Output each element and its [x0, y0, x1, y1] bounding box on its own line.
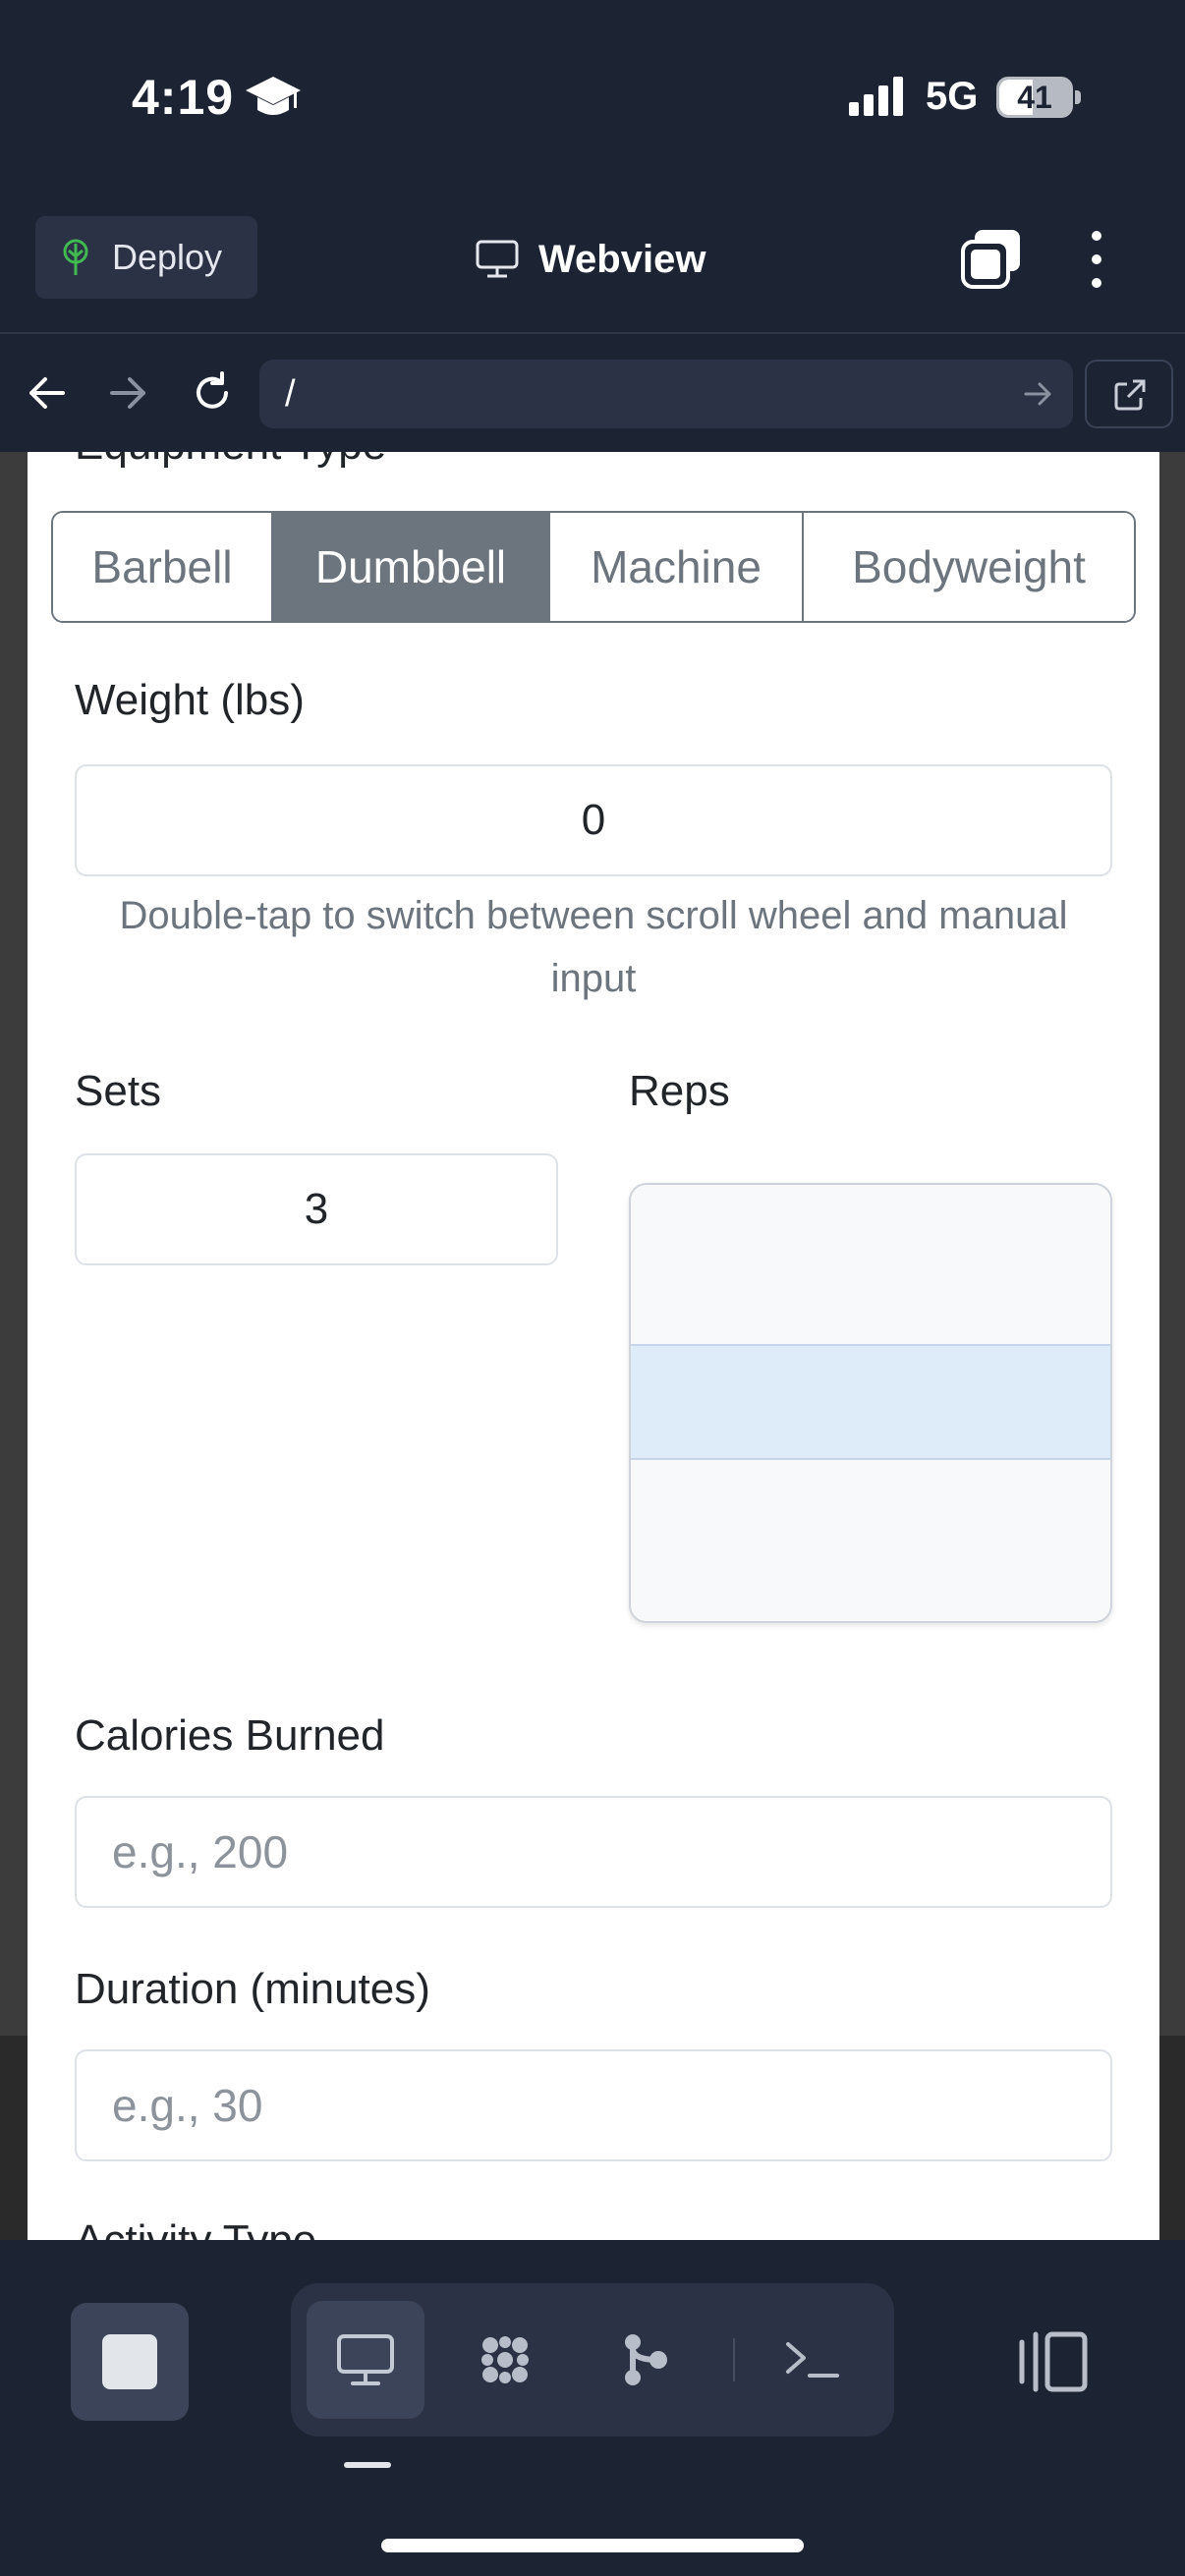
branch-icon: [625, 2334, 667, 2385]
page-title-label: Webview: [538, 237, 706, 281]
tool-branch[interactable]: [586, 2301, 704, 2419]
battery-icon: 41: [996, 77, 1081, 118]
url-bar: /: [0, 334, 1185, 452]
reload-icon[interactable]: [189, 369, 236, 417]
left-gutter-lower: [0, 2036, 28, 2240]
url-input[interactable]: /: [259, 360, 1073, 428]
calories-input[interactable]: e.g., 200: [75, 1796, 1112, 1908]
open-external-button[interactable]: [1085, 360, 1173, 428]
activity-type-label: Activity Type: [75, 2216, 316, 2240]
duration-label: Duration (minutes): [75, 1965, 430, 2013]
equipment-type-label: Equipment Type: [75, 452, 386, 470]
tabs-icon[interactable]: [961, 228, 1022, 289]
duration-input[interactable]: e.g., 30: [75, 2049, 1112, 2161]
tool-switcher: [291, 2283, 894, 2436]
stop-icon: [102, 2334, 157, 2389]
bottom-toolbar: [0, 2240, 1185, 2576]
active-tool-indicator: [344, 2462, 391, 2468]
kebab-menu-icon[interactable]: [1079, 228, 1114, 291]
calories-label: Calories Burned: [75, 1711, 385, 1760]
battery-level: 41: [1017, 80, 1052, 115]
webview-content: Equipment Type Barbell Dumbbell Machine …: [28, 452, 1159, 2240]
cluster-icon: [481, 2336, 529, 2383]
equipment-type-selector: Barbell Dumbbell Machine Bodyweight: [51, 511, 1136, 623]
calories-placeholder: e.g., 200: [112, 1826, 289, 1877]
reps-wheel-selection: [631, 1344, 1110, 1460]
monitor-icon: [476, 240, 519, 278]
network-type: 5G: [926, 75, 979, 118]
equipment-option-bodyweight[interactable]: Bodyweight: [804, 513, 1134, 621]
terminal-icon: [786, 2342, 839, 2378]
reps-scroll-wheel[interactable]: [629, 1183, 1112, 1623]
sets-input[interactable]: 3: [75, 1153, 558, 1265]
app-header: Deploy Webview: [0, 196, 1185, 334]
deploy-button[interactable]: Deploy: [35, 216, 257, 299]
sets-label: Sets: [75, 1067, 162, 1115]
forward-arrow-icon[interactable]: [104, 369, 151, 417]
right-gutter: [1159, 452, 1185, 2240]
weight-input[interactable]: 0: [75, 764, 1112, 876]
home-indicator: [381, 2539, 804, 2552]
weight-hint: Double-tap to switch between scroll whee…: [119, 894, 1068, 1000]
left-gutter: [0, 452, 28, 2240]
right-gutter-lower: [1159, 2036, 1185, 2240]
deploy-label: Deploy: [112, 237, 223, 277]
status-bar: 4:19 5G 41: [0, 0, 1185, 196]
deploy-icon: [63, 239, 88, 275]
duration-placeholder: e.g., 30: [112, 2080, 263, 2131]
graduation-cap-icon: [246, 77, 301, 115]
tool-separator: [733, 2338, 735, 2381]
equipment-option-dumbbell[interactable]: Dumbbell: [273, 513, 550, 621]
back-arrow-icon[interactable]: [24, 369, 71, 417]
monitor-icon: [337, 2334, 394, 2385]
external-link-icon: [1114, 379, 1146, 411]
tool-webview[interactable]: [307, 2301, 424, 2419]
panel-toggle-icon[interactable]: [1018, 2330, 1089, 2393]
page-title: Webview: [476, 232, 705, 287]
reps-label: Reps: [629, 1067, 730, 1115]
weight-label: Weight (lbs): [75, 676, 305, 724]
equipment-option-barbell[interactable]: Barbell: [53, 513, 273, 621]
status-time: 4:19: [132, 70, 235, 125]
url-text: /: [285, 373, 296, 415]
signal-icon: [849, 77, 903, 116]
tool-cluster[interactable]: [446, 2301, 564, 2419]
go-arrow-icon[interactable]: [1022, 378, 1053, 410]
stop-button[interactable]: [71, 2303, 189, 2421]
tool-terminal[interactable]: [753, 2301, 871, 2419]
equipment-option-machine[interactable]: Machine: [550, 513, 804, 621]
